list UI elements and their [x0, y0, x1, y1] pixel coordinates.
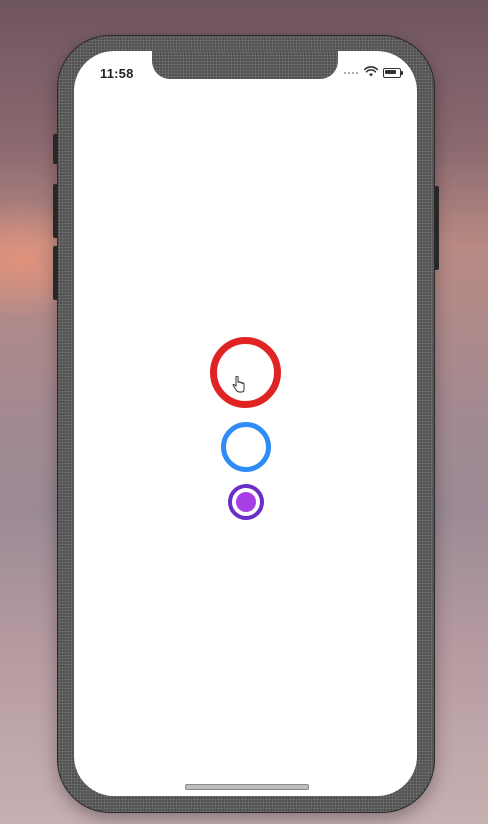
battery-icon	[383, 68, 403, 78]
hand-pointer-icon	[232, 376, 245, 393]
small-filled-ring-button[interactable]	[228, 484, 264, 520]
medium-ring-button[interactable]	[221, 422, 271, 472]
wifi-icon	[364, 66, 378, 77]
purple-dot	[236, 492, 256, 512]
phone-screen: 11:58	[74, 51, 417, 796]
cellular-signal-icon	[344, 72, 358, 74]
status-time: 11:58	[100, 66, 134, 81]
home-indicator-bar[interactable]	[185, 784, 309, 790]
notch	[152, 51, 338, 79]
large-ring-button[interactable]	[210, 337, 281, 408]
